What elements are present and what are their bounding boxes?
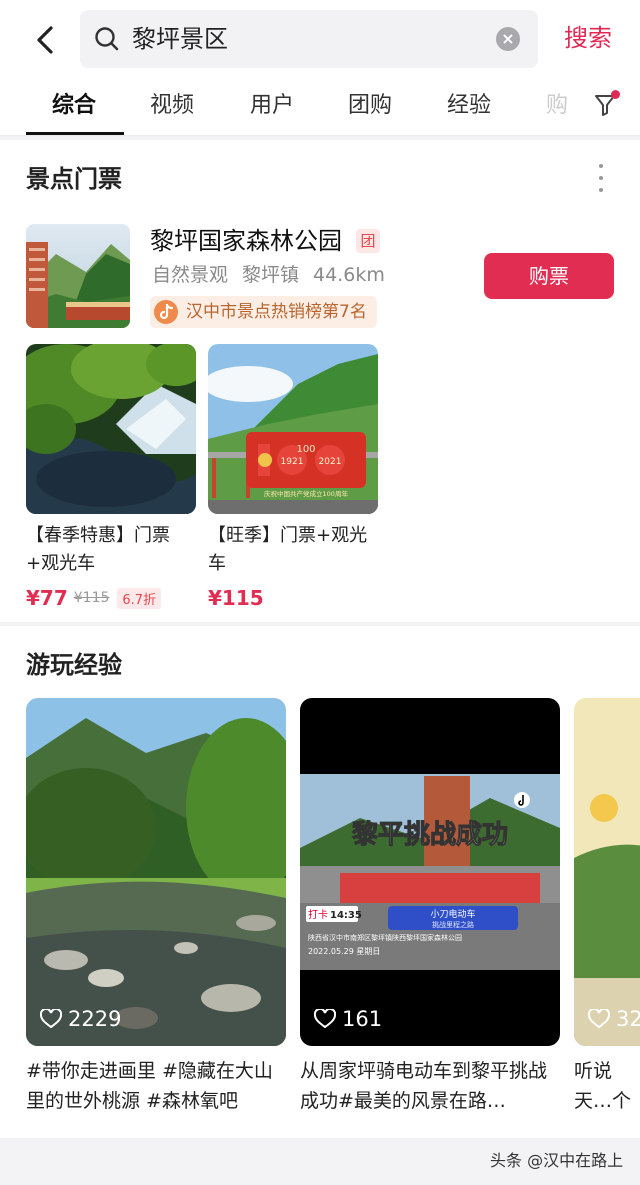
card-caption: #带你走进画里 #隐藏在大山里的世外桃源 #森林氧吧 [26, 1060, 273, 1112]
attraction-tickets-section: 景点门票 黎坪国家森林公园 团 自然景观 黎坪镇 44.6km 汉中市景点热销榜… [0, 140, 640, 622]
watermark: 头条 @汉中在路上 [490, 1151, 624, 1170]
douyin-logo-icon [154, 300, 178, 324]
challenge-headline: 黎平挑战成功 [352, 819, 508, 850]
play-experience-section: 游玩经验 2229 #带你走进画里 #隐藏在大山里的世外桃源 #森林氧吧 黎平挑… [0, 626, 640, 1138]
buy-ticket-button[interactable]: 购票 [484, 253, 614, 299]
experience-card[interactable]: 黎平挑战成功 打卡 14:35 小刀电动车 挑战里程之路 陕西省汉中市南郑区黎坪… [300, 698, 560, 1116]
card-caption: 听说天…个摩托… [574, 1060, 632, 1112]
section-title: 景点门票 [26, 165, 122, 193]
tab-shopping[interactable]: 购 [546, 90, 568, 122]
ticket-card[interactable]: 1921 2021 100 庆祝中国共产党成立100周年 【旺季】门票+观光车 … [208, 344, 378, 612]
spot-area: 黎坪镇 [242, 264, 300, 286]
heart-icon [40, 1009, 62, 1029]
search-button[interactable]: 搜索 [564, 20, 612, 56]
ranking-badge[interactable]: 汉中市景点热销榜第7名 [150, 296, 377, 328]
ticket-name: 【春季特惠】门票+观光车 [26, 525, 170, 574]
ticket-name: 【旺季】门票+观光车 [208, 525, 368, 574]
filter-button[interactable] [594, 90, 620, 120]
tab-video[interactable]: 视频 [150, 90, 194, 122]
heart-icon [588, 1009, 610, 1029]
more-options-icon[interactable] [596, 164, 606, 192]
spot-category: 自然景观 [152, 264, 229, 286]
ticket-card[interactable]: 【春季特惠】门票+观光车 ¥77 ¥115 6.7折 [26, 344, 196, 612]
like-count[interactable]: 2229 [40, 1006, 121, 1032]
like-count[interactable]: 161 [314, 1006, 382, 1032]
like-count[interactable]: 32 [588, 1006, 640, 1032]
badge-main-number: 100 [296, 444, 315, 455]
card-caption: 从周家坪骑电动车到黎平挑战成功#最美的风景在路… [300, 1060, 548, 1112]
experience-card[interactable]: 2229 #带你走进画里 #隐藏在大山里的世外桃源 #森林氧吧 [26, 698, 286, 1116]
back-button[interactable] [28, 20, 62, 60]
ticket-image-monument: 1921 2021 100 庆祝中国共产党成立100周年 [208, 344, 378, 514]
heart-icon [314, 1009, 336, 1029]
tab-users[interactable]: 用户 [250, 90, 294, 122]
tab-general[interactable]: 综合 [52, 90, 96, 122]
search-icon [95, 27, 119, 51]
search-query-text: 黎坪景区 [132, 25, 228, 53]
like-count-value: 32 [616, 1007, 640, 1031]
ranking-text: 汉中市景点热销榜第7名 [186, 302, 367, 322]
section-title: 游玩经验 [26, 651, 122, 679]
checkin-location: 陕西省汉中市南郑区黎坪镇陕西黎坪国家森林公园 [308, 933, 462, 942]
original-price: ¥115 [73, 590, 110, 606]
ticket-image-waterfall [26, 344, 196, 514]
like-count-value: 161 [342, 1007, 383, 1031]
discount-badge: 6.7折 [117, 587, 162, 609]
top-header: 黎坪景区 × 搜索 综合 视频 用户 团购 经验 购 [0, 0, 640, 136]
card-image-challenge: 黎平挑战成功 打卡 14:35 小刀电动车 挑战里程之路 陕西省汉中市南郑区黎坪… [300, 698, 560, 1046]
card-image-river: 2229 [26, 698, 286, 1046]
tab-group-buy[interactable]: 团购 [348, 90, 392, 122]
badge-left-year: 1921 [281, 457, 304, 467]
ticket-price: ¥115 [208, 586, 264, 610]
spot-meta: 自然景观 黎坪镇 44.6km [152, 260, 385, 290]
search-input[interactable]: 黎坪景区 × [80, 10, 538, 68]
monument-banner-text: 庆祝中国共产党成立100周年 [264, 489, 348, 498]
chevron-left-icon [37, 26, 53, 54]
brand-banner: 小刀电动车 [430, 908, 475, 920]
spot-thumbnail[interactable] [26, 224, 130, 328]
tab-experience[interactable]: 经验 [447, 90, 491, 122]
badge-right-year: 2021 [319, 457, 342, 467]
tab-bar: 综合 视频 用户 团购 经验 购 [0, 84, 640, 136]
spot-distance: 44.6km [313, 264, 385, 286]
like-count-value: 2229 [68, 1007, 122, 1031]
spot-name[interactable]: 黎坪国家森林公园 [150, 224, 342, 258]
checkin-label: 打卡 [308, 908, 328, 921]
checkin-date: 2022.05.29 星期日 [308, 947, 380, 956]
clear-icon[interactable]: × [496, 27, 520, 51]
experience-card[interactable]: 32 听说天…个摩托… [574, 698, 640, 1116]
group-buy-tag: 团 [356, 229, 380, 253]
card-image-partial: 32 [574, 698, 640, 1046]
header-divider [0, 135, 640, 136]
brand-banner-sub: 挑战里程之路 [432, 920, 474, 929]
ticket-price: ¥77 [26, 586, 68, 610]
checkin-time: 14:35 [330, 910, 362, 921]
notification-dot [611, 90, 620, 99]
